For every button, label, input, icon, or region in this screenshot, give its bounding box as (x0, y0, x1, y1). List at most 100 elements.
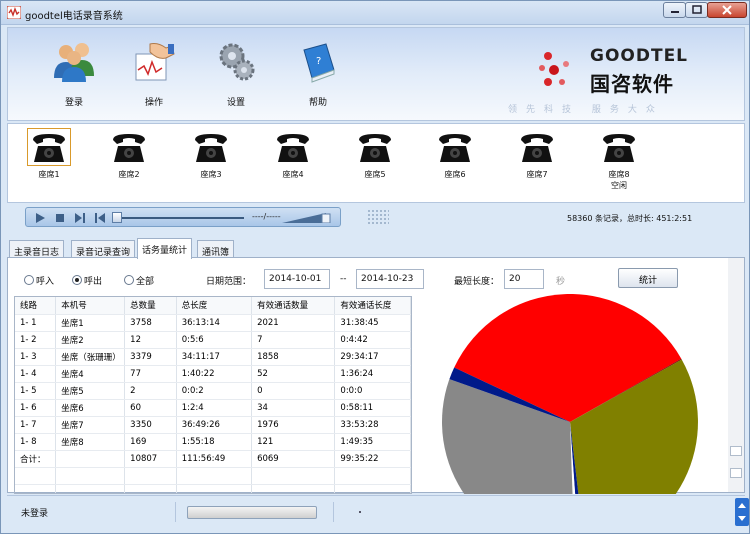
seat-5[interactable]: 座席5 (350, 130, 400, 192)
table-row[interactable]: 合计： 10807 111:56:49 6069 99:35:22 (15, 450, 411, 468)
record-stats: 58360 条记录，总时长: 451:2:51 (567, 214, 693, 223)
table-cell: 1:2:4 (176, 399, 253, 417)
table-cell (15, 467, 57, 485)
statistics-button[interactable]: 统计 (618, 268, 678, 288)
table-cell: 3379 (124, 348, 177, 366)
table-cell: 2 (124, 382, 177, 400)
seat-4[interactable]: 座席4 (268, 130, 318, 192)
audio-player: ----/----- (25, 207, 341, 227)
maximize-icon (691, 5, 702, 14)
table-cell: 31:38:45 (334, 314, 411, 332)
telephone-icon (439, 134, 471, 162)
tab-address-book[interactable]: 通讯簿 (197, 240, 235, 258)
radio-all[interactable]: 全部 (124, 274, 154, 287)
help-button[interactable]: ? 帮助 (288, 40, 348, 110)
seat-3[interactable]: 座席3 (186, 130, 236, 192)
table-row[interactable]: 1- 1 坐席1 3758 36:13:14 2021 31:38:45 (15, 314, 411, 332)
table-cell: 60 (124, 399, 177, 417)
status-indicator (359, 511, 361, 513)
scroll-down-button[interactable] (730, 468, 742, 478)
table-row[interactable] (15, 467, 411, 485)
seat-6[interactable]: 座席6 (430, 130, 480, 192)
status-progress (187, 506, 317, 519)
close-button[interactable] (707, 2, 747, 18)
logo-brand-cn: 国咨软件 (590, 72, 674, 96)
telephone-icon (359, 134, 391, 162)
column-header[interactable]: 总长度 (176, 297, 253, 315)
settings-button[interactable]: 设置 (206, 40, 266, 110)
playback-thumb[interactable] (112, 212, 122, 223)
volume-slider[interactable] (282, 213, 332, 223)
min-length-field[interactable]: 20 (504, 269, 544, 289)
table-cell: 1- 2 (15, 331, 57, 349)
maximize-button[interactable] (685, 2, 708, 18)
previous-icon[interactable] (94, 212, 106, 224)
table-cell: 0 (251, 382, 336, 400)
table-cell: 10807 (124, 450, 177, 468)
stop-icon[interactable] (54, 212, 66, 224)
login-button[interactable]: 登录 (44, 40, 104, 110)
minimize-button[interactable] (663, 2, 686, 18)
play-icon[interactable] (34, 212, 46, 224)
date-separator: -- (340, 274, 347, 284)
scroll-up-button[interactable] (730, 446, 742, 456)
table-cell: 3758 (124, 314, 177, 332)
help-book-icon: ? (303, 43, 335, 83)
table-cell: 1- 6 (15, 399, 57, 417)
seat-label: 座席3 (200, 170, 222, 179)
date-from-field[interactable]: 2014-10-01 (264, 269, 330, 289)
table-cell: 1- 4 (15, 365, 57, 383)
table-row[interactable]: 1- 7 坐席7 3350 36:49:26 1976 33:53:28 (15, 416, 411, 434)
radio-outgoing[interactable]: 呼出 (72, 274, 102, 287)
table-row[interactable]: 1- 6 坐席6 60 1:2:4 34 0:58:11 (15, 399, 411, 417)
window-title: goodtel电话录音系统 (25, 11, 123, 22)
help-label: 帮助 (308, 98, 327, 108)
table-cell: 2021 (251, 314, 336, 332)
table-row[interactable] (15, 484, 411, 493)
table-cell: 1- 1 (15, 314, 57, 332)
table-row[interactable]: 1- 5 坐席5 2 0:0:2 0 0:0:0 (15, 382, 411, 400)
table-cell: 坐席（张珊珊） (55, 348, 126, 366)
table-cell (55, 484, 126, 493)
table-cell (334, 484, 411, 493)
column-header[interactable]: 有效通话长度 (334, 297, 411, 315)
table-cell: 坐席7 (55, 416, 126, 434)
tab-record-query[interactable]: 录音记录查询 (71, 240, 136, 258)
next-icon[interactable] (74, 212, 86, 224)
status-spinner[interactable] (735, 498, 749, 526)
status-separator (175, 502, 176, 522)
table-cell: 坐席5 (55, 382, 126, 400)
table-cell (334, 467, 411, 485)
login-status: 未登录 (21, 509, 49, 519)
radio-incoming[interactable]: 呼入 (24, 274, 54, 287)
column-header[interactable]: 本机号 (55, 297, 126, 315)
table-cell: 34:11:17 (176, 348, 253, 366)
logo-brand-en: GOODTEL (590, 46, 689, 66)
panel-scrollbar[interactable] (728, 258, 744, 492)
status-separator (333, 502, 334, 522)
table-row[interactable]: 1- 2 坐席2 12 0:5:6 7 0:4:42 (15, 331, 411, 349)
radio-incoming-label: 呼入 (36, 277, 55, 287)
seat-1[interactable]: 座席1 (24, 128, 74, 192)
tab-bar: 主录音日志 录音记录查询 话务量统计 通讯簿 (7, 238, 745, 259)
table-row[interactable]: 1- 4 坐席4 77 1:40:22 52 1:36:24 (15, 365, 411, 383)
tab-main-log[interactable]: 主录音日志 (9, 240, 65, 258)
seat-7[interactable]: 座席7 (512, 130, 562, 192)
seat-2[interactable]: 座席2 (104, 130, 154, 192)
column-header[interactable]: 线路 (15, 297, 57, 315)
date-to-field[interactable]: 2014-10-23 (356, 269, 424, 289)
playback-timeline[interactable] (118, 217, 244, 219)
table-cell: 33:53:28 (334, 416, 411, 434)
column-header[interactable]: 总数量 (124, 297, 177, 315)
tab-traffic-stats[interactable]: 话务量统计 (137, 238, 193, 259)
table-row[interactable]: 1- 3 坐席（张珊珊） 3379 34:11:17 1858 29:34:17 (15, 348, 411, 366)
table-cell (124, 467, 177, 485)
seat-8[interactable]: 座席8 空闲 (594, 130, 644, 192)
table-cell: 1:40:22 (176, 365, 253, 383)
operation-button[interactable]: 操作 (124, 40, 184, 110)
column-header[interactable]: 有效通话数量 (251, 297, 336, 315)
table-cell (251, 484, 336, 493)
table-cell (176, 484, 253, 493)
table-row[interactable]: 1- 8 坐席8 169 1:55:18 121 1:49:35 (15, 433, 411, 451)
table-cell: 0:58:11 (334, 399, 411, 417)
